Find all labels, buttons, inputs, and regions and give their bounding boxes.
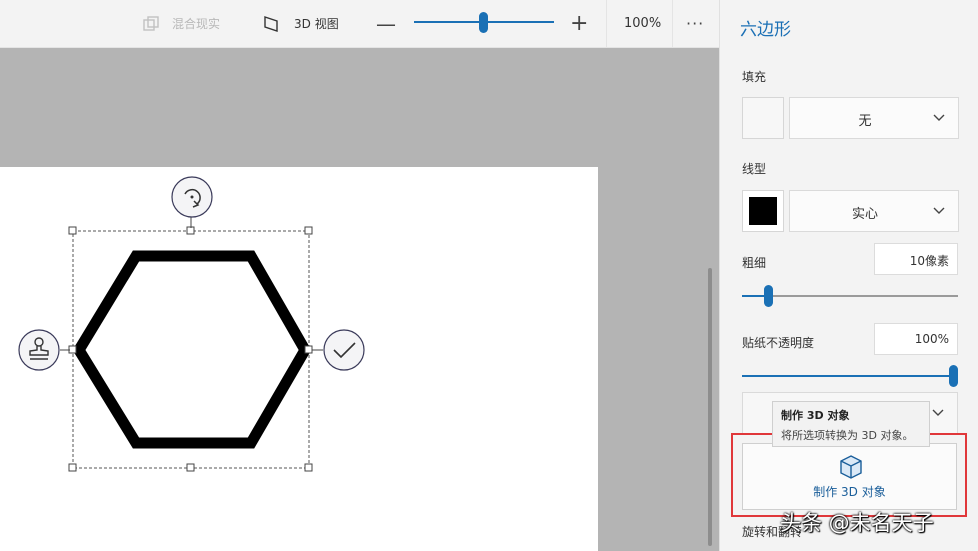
chevron-down-icon (933, 207, 945, 214)
thickness-label: 粗细 (742, 256, 767, 270)
resize-handle-right[interactable] (304, 345, 313, 354)
thickness-slider[interactable] (742, 295, 958, 297)
fill-value: 无 (858, 114, 872, 129)
chevron-down-icon (932, 409, 944, 416)
line-color-swatch[interactable] (742, 190, 784, 232)
resize-handle-bottom-left[interactable] (68, 463, 77, 472)
rotate-button[interactable] (171, 176, 213, 218)
thickness-slider-thumb[interactable] (764, 285, 773, 307)
resize-handle-top-left[interactable] (68, 226, 77, 235)
resize-handle-top[interactable] (186, 226, 195, 235)
opacity-slider[interactable] (742, 375, 958, 377)
resize-handle-bottom-right[interactable] (304, 463, 313, 472)
resize-handle-left[interactable] (68, 345, 77, 354)
resize-handle-bottom[interactable] (186, 463, 195, 472)
confirm-button[interactable] (323, 329, 365, 371)
line-type-value: 实心 (851, 207, 878, 222)
thickness-input[interactable]: 10像素 (874, 243, 958, 275)
line-type-label: 线型 (742, 162, 767, 176)
resize-handle-top-right[interactable] (304, 226, 313, 235)
opacity-slider-thumb[interactable] (949, 365, 958, 387)
fill-dropdown[interactable]: 无 (789, 97, 959, 139)
fill-label: 填充 (742, 70, 767, 84)
opacity-label: 贴纸不透明度 (742, 336, 815, 350)
watermark: 头条 @未名天子 (780, 511, 934, 535)
tooltip-description: 将所选项转换为 3D 对象。 (781, 429, 914, 442)
panel-title: 六边形 (740, 20, 791, 40)
selection-overlay (18, 176, 365, 472)
stamp-button[interactable] (18, 329, 60, 371)
selection-box (72, 230, 310, 469)
fill-color-swatch[interactable] (742, 97, 784, 139)
hexagon-shape[interactable] (72, 250, 312, 449)
chevron-down-icon (933, 114, 945, 121)
tooltip-title: 制作 3D 对象 (781, 409, 850, 422)
line-type-dropdown[interactable]: 实心 (789, 190, 959, 232)
make-3d-tooltip: 制作 3D 对象 将所选项转换为 3D 对象。 (772, 401, 930, 447)
opacity-input[interactable]: 100% (874, 323, 958, 355)
